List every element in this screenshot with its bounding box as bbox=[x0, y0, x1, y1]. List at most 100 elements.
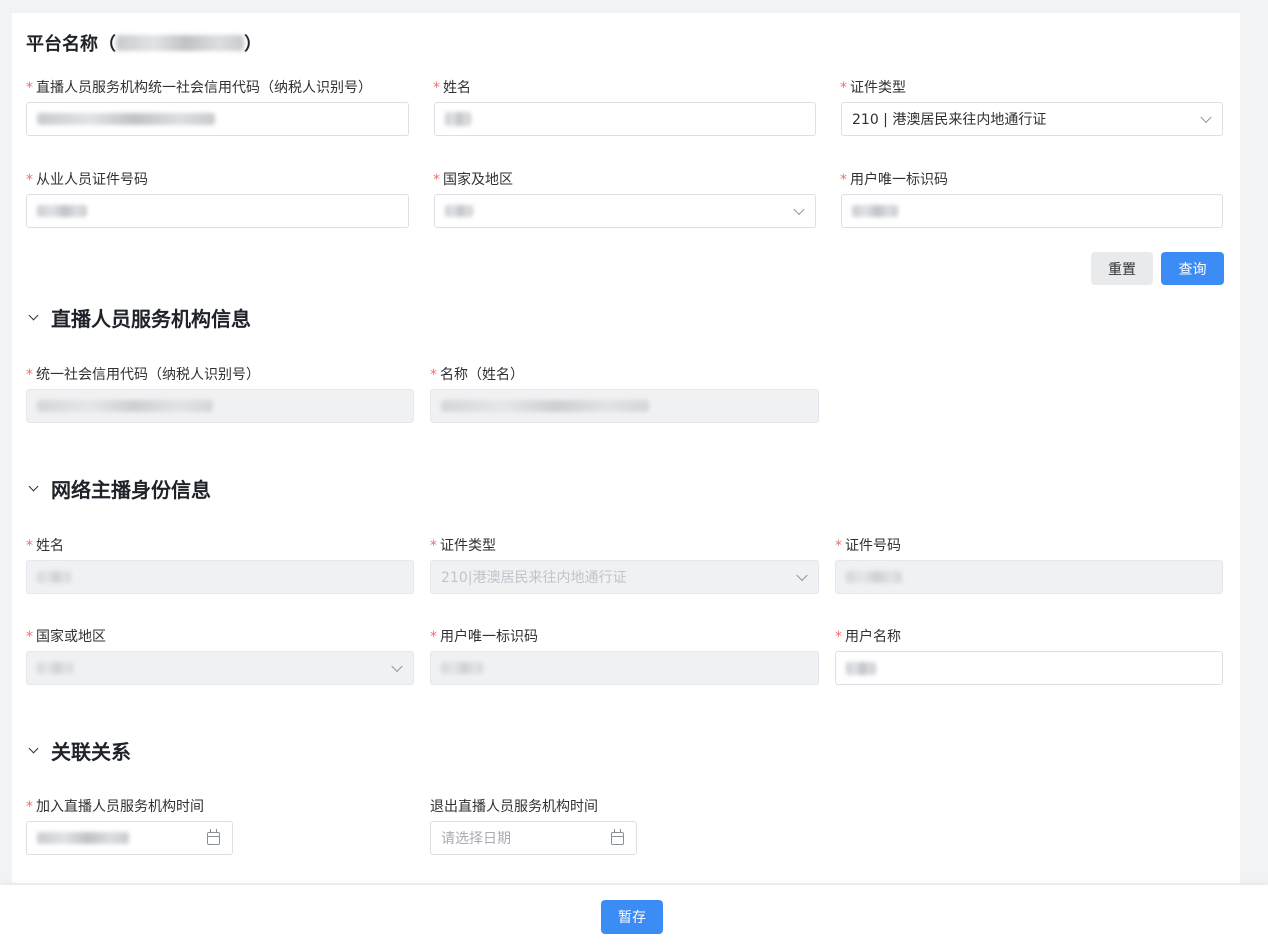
required-mark: * bbox=[433, 80, 440, 96]
exit-time-placeholder: 请选择日期 bbox=[441, 831, 511, 847]
platform-title-label: 平台名称 bbox=[26, 34, 98, 55]
org-credit-code-input bbox=[26, 389, 414, 423]
join-time-label-text: 加入直播人员服务机构时间 bbox=[36, 799, 204, 815]
search-name-label: * 姓名 bbox=[433, 77, 471, 97]
search-user-id-label: * 用户唯一标识码 bbox=[840, 169, 948, 189]
search-id-type-value: 210 | 港澳居民来往内地通行证 bbox=[852, 112, 1047, 128]
anchor-id-number-input bbox=[835, 560, 1223, 594]
search-id-type-label: * 证件类型 bbox=[840, 77, 906, 97]
anchor-user-id-label-text: 用户唯一标识码 bbox=[440, 629, 538, 645]
section-anchor-header[interactable]: 网络主播身份信息 bbox=[28, 474, 211, 503]
search-name-input[interactable] bbox=[434, 102, 816, 136]
required-mark: * bbox=[26, 367, 33, 383]
anchor-id-type-value: 210|港澳居民来往内地通行证 bbox=[441, 570, 627, 586]
redacted-value bbox=[441, 662, 483, 674]
anchor-id-type-label-text: 证件类型 bbox=[440, 538, 496, 554]
search-credit-code-label-text: 直播人员服务机构统一社会信用代码（纳税人识别号） bbox=[36, 80, 372, 96]
anchor-id-number-label: * 证件号码 bbox=[835, 535, 901, 555]
search-id-type-select[interactable]: 210 | 港澳居民来往内地通行证 bbox=[841, 102, 1223, 136]
org-credit-code-label: * 统一社会信用代码（纳税人识别号） bbox=[26, 364, 260, 384]
footer-bar: 暂存 bbox=[0, 885, 1268, 949]
join-time-datepicker[interactable] bbox=[26, 821, 233, 855]
chevron-down-icon bbox=[28, 743, 39, 754]
search-credit-code-label: * 直播人员服务机构统一社会信用代码（纳税人识别号） bbox=[26, 77, 372, 97]
anchor-user-id-label: * 用户唯一标识码 bbox=[430, 626, 538, 646]
search-credit-code-input[interactable] bbox=[26, 102, 409, 136]
required-mark: * bbox=[430, 538, 437, 554]
anchor-country-label: * 国家或地区 bbox=[26, 626, 106, 646]
chevron-down-icon bbox=[28, 481, 39, 492]
redacted-value bbox=[846, 571, 902, 583]
redacted-value bbox=[37, 662, 73, 674]
search-country-label: * 国家及地区 bbox=[433, 169, 513, 189]
search-id-number-input[interactable] bbox=[26, 194, 409, 228]
required-mark: * bbox=[835, 629, 842, 645]
redacted-value bbox=[445, 112, 471, 126]
exit-time-datepicker[interactable]: 请选择日期 bbox=[430, 821, 637, 855]
search-user-id-input[interactable] bbox=[841, 194, 1223, 228]
required-mark: * bbox=[26, 538, 33, 554]
search-country-select[interactable] bbox=[434, 194, 816, 228]
search-id-number-label-text: 从业人员证件号码 bbox=[36, 172, 148, 188]
search-name-label-text: 姓名 bbox=[443, 80, 471, 96]
redacted-value bbox=[37, 113, 215, 125]
anchor-country-select bbox=[26, 651, 414, 685]
required-mark: * bbox=[26, 80, 33, 96]
chevron-down-icon bbox=[1200, 111, 1212, 124]
join-time-label: * 加入直播人员服务机构时间 bbox=[26, 796, 204, 816]
required-mark: * bbox=[26, 799, 33, 815]
required-mark: * bbox=[430, 367, 437, 383]
exit-time-label-text: 退出直播人员服务机构时间 bbox=[430, 799, 598, 815]
redacted-value bbox=[37, 571, 71, 583]
required-mark: * bbox=[840, 172, 847, 188]
query-button[interactable]: 查询 bbox=[1161, 252, 1224, 285]
anchor-id-type-label: * 证件类型 bbox=[430, 535, 496, 555]
anchor-name-label-text: 姓名 bbox=[36, 538, 64, 554]
redacted-value bbox=[852, 205, 898, 217]
anchor-user-id-input bbox=[430, 651, 819, 685]
section-org-header[interactable]: 直播人员服务机构信息 bbox=[28, 303, 251, 332]
anchor-id-type-select: 210|港澳居民来往内地通行证 bbox=[430, 560, 819, 594]
anchor-country-label-text: 国家或地区 bbox=[36, 629, 106, 645]
form-card bbox=[12, 13, 1240, 883]
org-credit-code-label-text: 统一社会信用代码（纳税人识别号） bbox=[36, 367, 260, 383]
redacted-value bbox=[445, 205, 473, 217]
search-id-type-label-text: 证件类型 bbox=[850, 80, 906, 96]
required-mark: * bbox=[835, 538, 842, 554]
anchor-name-label: * 姓名 bbox=[26, 535, 64, 555]
calendar-icon bbox=[611, 829, 624, 845]
anchor-username-input[interactable] bbox=[835, 651, 1223, 685]
anchor-username-label-text: 用户名称 bbox=[845, 629, 901, 645]
search-id-number-label: * 从业人员证件号码 bbox=[26, 169, 148, 189]
chevron-down-icon bbox=[28, 310, 39, 321]
redacted-value bbox=[846, 661, 876, 675]
platform-title-paren-open: （ bbox=[98, 34, 116, 55]
save-draft-button[interactable]: 暂存 bbox=[601, 900, 663, 934]
redacted-value bbox=[37, 400, 213, 412]
required-mark: * bbox=[433, 172, 440, 188]
platform-title-paren-close: ） bbox=[244, 34, 262, 55]
section-relation-header[interactable]: 关联关系 bbox=[28, 736, 131, 765]
anchor-id-number-label-text: 证件号码 bbox=[845, 538, 901, 554]
section-org-title: 直播人员服务机构信息 bbox=[51, 307, 251, 331]
required-mark: * bbox=[430, 629, 437, 645]
search-user-id-label-text: 用户唯一标识码 bbox=[850, 172, 948, 188]
exit-time-label: 退出直播人员服务机构时间 bbox=[430, 796, 598, 816]
required-mark: * bbox=[26, 172, 33, 188]
required-mark: * bbox=[26, 629, 33, 645]
reset-button[interactable]: 重置 bbox=[1091, 252, 1153, 285]
chevron-down-icon bbox=[796, 569, 808, 582]
org-name-input bbox=[430, 389, 819, 423]
redacted-value bbox=[441, 400, 649, 412]
anchor-username-label: * 用户名称 bbox=[835, 626, 901, 646]
org-name-label: * 名称（姓名） bbox=[430, 364, 524, 384]
chevron-down-icon bbox=[391, 660, 403, 673]
platform-title: 平台名称 （ ） bbox=[26, 30, 262, 56]
search-country-label-text: 国家及地区 bbox=[443, 172, 513, 188]
redacted-value bbox=[37, 832, 129, 844]
chevron-down-icon bbox=[793, 203, 805, 216]
platform-id-redacted bbox=[116, 35, 244, 51]
redacted-value bbox=[37, 205, 87, 217]
section-anchor-title: 网络主播身份信息 bbox=[51, 478, 211, 502]
section-relation-title: 关联关系 bbox=[51, 740, 131, 764]
